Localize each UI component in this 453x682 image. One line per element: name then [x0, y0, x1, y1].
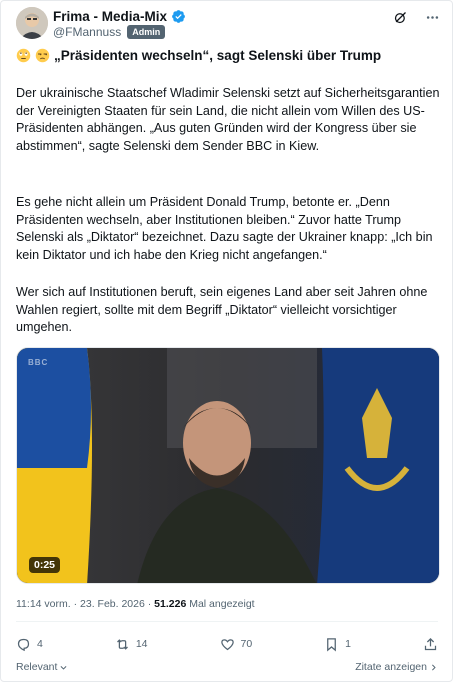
share-button[interactable] [423, 637, 438, 652]
video-player[interactable]: BBC 0:25 [16, 347, 440, 584]
paragraph-2: Es gehe nicht allein um Präsident Donald… [16, 195, 433, 262]
admin-badge: Admin [127, 25, 166, 39]
name-row: Frima - Media-Mix [53, 8, 186, 24]
tweet-footer: Relevant Zitate anzeigen [16, 660, 438, 674]
quotes-link[interactable]: Zitate anzeigen [355, 660, 438, 674]
relevance-dropdown[interactable]: Relevant [16, 660, 68, 674]
relevance-label: Relevant [16, 661, 58, 673]
views-label: Mal angezeigt [186, 598, 255, 610]
quotes-label: Zitate anzeigen [355, 661, 427, 673]
reply-count: 4 [37, 638, 43, 650]
reply-icon [17, 638, 30, 651]
heart-icon [220, 638, 234, 650]
tweet-date[interactable]: 23. Feb. 2026 [80, 598, 145, 610]
video-thumbnail [17, 348, 439, 583]
repost-icon [116, 638, 128, 650]
bookmark-button[interactable]: 1 [324, 637, 351, 652]
video-duration: 0:25 [29, 557, 61, 573]
avatar[interactable] [16, 7, 48, 39]
tweet-header: Frima - Media-Mix @FMannuss Admin [16, 7, 440, 41]
meta-separator: · [70, 598, 81, 610]
reply-button[interactable]: 4 [16, 637, 43, 652]
paragraph-1: Der ukrainische Staatschef Wladimir Sele… [16, 86, 440, 153]
bookmark-icon [327, 637, 337, 651]
paragraph-3: Wer sich auf Institutionen beruft, sein … [16, 285, 428, 334]
top-icons [392, 9, 440, 25]
rolling-eyes-emoji-icon [16, 48, 31, 63]
display-name[interactable]: Frima - Media-Mix [53, 9, 167, 24]
view-count: 51.226 [154, 598, 187, 610]
repost-button[interactable]: 14 [115, 637, 148, 652]
divider [16, 621, 438, 622]
like-button[interactable]: 70 [220, 637, 253, 652]
tweet-time[interactable]: 11:14 vorm. [16, 598, 71, 610]
action-bar: 4 14 70 1 [16, 635, 438, 653]
tweet-card: Frima - Media-Mix @FMannuss Admin „Präsi… [0, 0, 453, 682]
unamused-emoji-icon [35, 48, 50, 63]
chevron-right-icon [432, 664, 436, 670]
bbc-watermark: BBC [28, 358, 49, 367]
grok-icon[interactable] [392, 9, 408, 25]
headline-text: „Präsidenten wechseln“, sagt Selenski üb… [54, 48, 382, 63]
tweet-meta: 11:14 vorm. · 23. Feb. 2026 · 51.226 Mal… [16, 598, 255, 610]
handle-row: @FMannuss Admin [53, 25, 166, 39]
share-icon [424, 637, 437, 650]
chevron-down-icon [60, 665, 67, 670]
tweet-headline: „Präsidenten wechseln“, sagt Selenski üb… [16, 48, 381, 63]
bookmark-count: 1 [345, 638, 352, 650]
handle[interactable]: @FMannuss [53, 25, 121, 39]
verified-badge-icon [171, 9, 186, 24]
more-icon[interactable] [424, 9, 440, 25]
repost-count: 14 [135, 638, 148, 650]
like-count: 70 [240, 638, 253, 650]
meta-separator-2: · [144, 598, 155, 610]
